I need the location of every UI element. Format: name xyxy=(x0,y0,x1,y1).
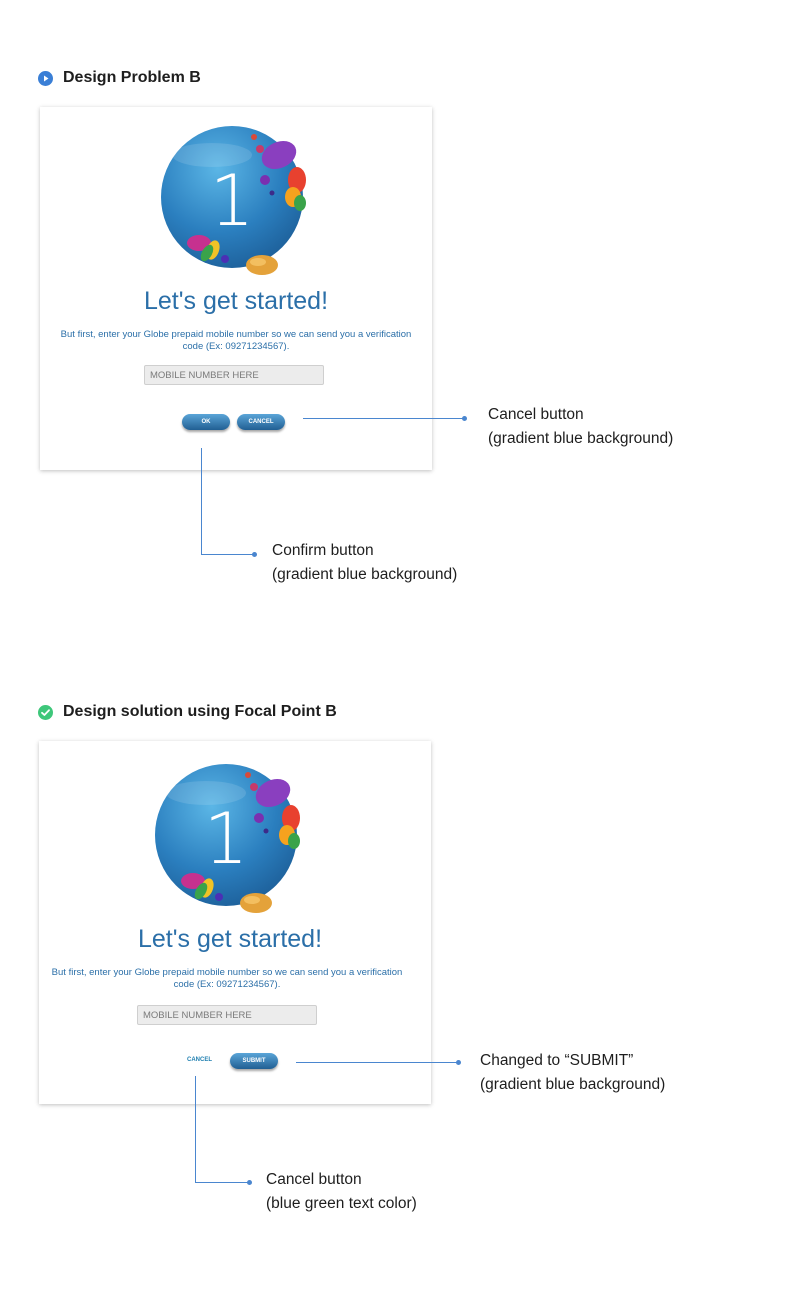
solution-dialog-card: 1 Let's get started! But first, enter yo… xyxy=(39,741,431,1104)
confirm-annotation: Confirm button (gradient blue background… xyxy=(272,542,458,583)
confirm-annotation-leader-vertical xyxy=(201,448,202,555)
problem-section-header: Design Problem B xyxy=(38,69,201,87)
solution-section-header: Design solution using Focal Point B xyxy=(38,703,337,721)
cancel-annotation-leader-vertical xyxy=(195,1076,196,1183)
cancel-annotation-dot xyxy=(247,1180,252,1185)
submit-annotation-leader xyxy=(296,1062,457,1063)
check-icon xyxy=(38,704,53,720)
problem-dialog-card: 1 Let's get started! But first, enter yo… xyxy=(40,107,432,470)
submit-button[interactable]: SUBMIT xyxy=(230,1053,278,1069)
mobile-number-input[interactable]: MOBILE NUMBER HERE xyxy=(137,1005,317,1025)
step-number: 1 xyxy=(204,798,249,880)
cancel-annotation-leader-horizontal xyxy=(195,1182,248,1183)
step-number: 1 xyxy=(210,160,255,242)
problem-section-title: Design Problem B xyxy=(63,69,201,86)
submit-annotation: Changed to “SUBMIT” (gradient blue backg… xyxy=(480,1052,666,1093)
cancel-text-annotation: Cancel button (blue green text color) xyxy=(266,1171,417,1212)
ok-button[interactable]: OK xyxy=(182,414,230,430)
cancel-annotation-dot xyxy=(462,416,467,421)
solution-section-title: Design solution using Focal Point B xyxy=(63,703,337,720)
confirm-annotation-dot xyxy=(252,552,257,557)
dialog-description: But first, enter your Globe prepaid mobi… xyxy=(60,329,412,352)
submit-annotation-dot xyxy=(456,1060,461,1065)
play-icon xyxy=(38,70,53,86)
cancel-button[interactable]: CANCEL xyxy=(237,414,285,430)
dialog-heading: Let's get started! xyxy=(137,925,323,953)
cancel-annotation-leader xyxy=(303,418,464,419)
cancel-text-button[interactable]: CANCEL xyxy=(187,1057,212,1063)
cancel-annotation: Cancel button (gradient blue background) xyxy=(488,406,674,447)
step-badge-illustration: 1 xyxy=(157,125,317,285)
step-badge-illustration: 1 xyxy=(151,763,311,923)
dialog-heading: Let's get started! xyxy=(143,287,329,315)
mobile-number-input[interactable]: MOBILE NUMBER HERE xyxy=(144,365,324,385)
confirm-annotation-leader-horizontal xyxy=(201,554,254,555)
dialog-description: But first, enter your Globe prepaid mobi… xyxy=(51,967,403,990)
